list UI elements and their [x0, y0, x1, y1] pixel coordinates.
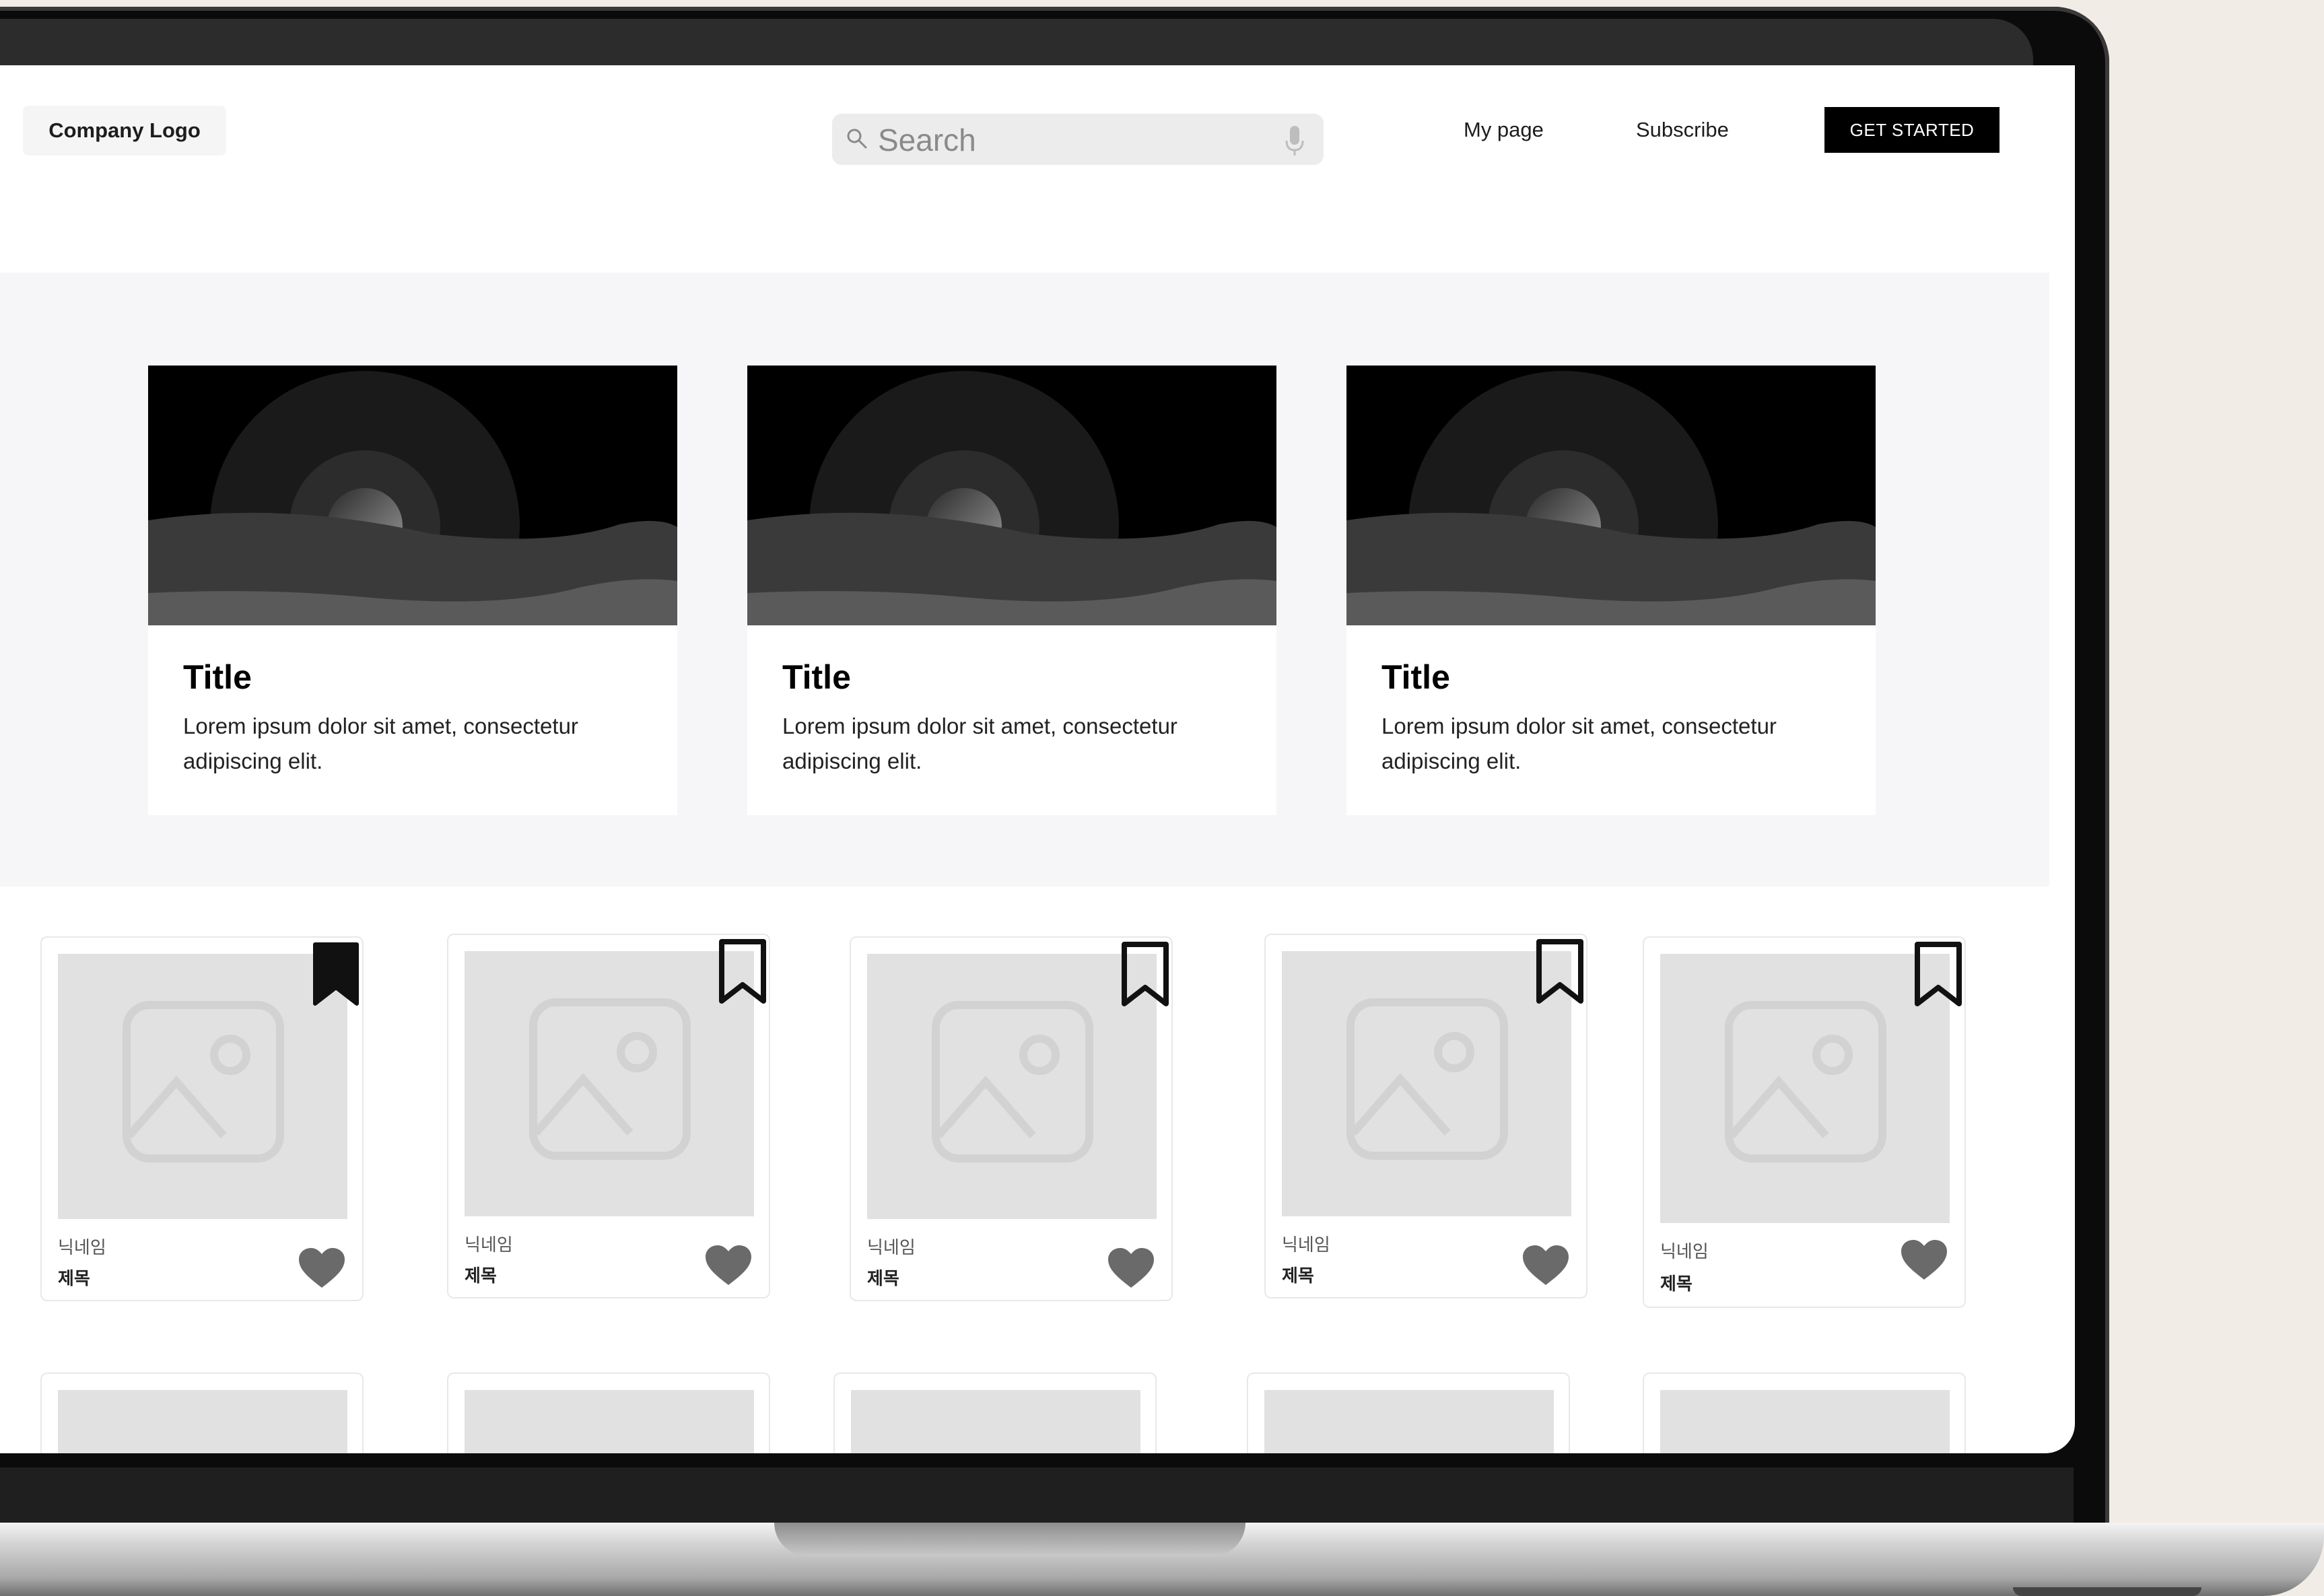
search-input[interactable]: [877, 119, 1256, 161]
search-icon: [847, 129, 867, 149]
post-title: 제목: [1282, 1265, 1314, 1286]
post-card[interactable]: 닉네임 제목: [40, 936, 364, 1301]
feature-title: Title: [183, 658, 252, 696]
feature-title: Title: [782, 658, 851, 696]
post-nickname: 닉네임: [1660, 1241, 1709, 1261]
post-thumbnail: [1282, 951, 1571, 1216]
post-title: 제목: [1660, 1274, 1693, 1294]
post-card[interactable]: 닉네임 제목: [1643, 936, 1966, 1308]
heart-icon[interactable]: [1107, 1247, 1155, 1289]
post-thumbnail: [851, 1390, 1140, 1453]
feature-title: Title: [1381, 658, 1450, 696]
feature-image: [747, 366, 1276, 625]
feature-description: Lorem ipsum dolor sit amet, consectetur …: [1381, 714, 1777, 773]
post-thumbnail: [1660, 954, 1950, 1223]
image-placeholder-icon: [529, 998, 691, 1160]
get-started-button[interactable]: GET STARTED: [1824, 107, 2000, 153]
bookmark-icon[interactable]: [307, 938, 365, 1010]
post-card[interactable]: [447, 1373, 770, 1453]
feature-card[interactable]: Title Lorem ipsum dolor sit amet, consec…: [148, 366, 677, 815]
heart-icon[interactable]: [1522, 1245, 1570, 1286]
image-placeholder-icon: [932, 1001, 1093, 1163]
post-title: 제목: [58, 1268, 90, 1288]
post-thumbnail: [465, 1390, 754, 1453]
feature-description: Lorem ipsum dolor sit amet, consectetur …: [183, 714, 578, 773]
post-card[interactable]: [40, 1373, 364, 1453]
feature-card[interactable]: Title Lorem ipsum dolor sit amet, consec…: [1346, 366, 1876, 815]
post-thumbnail: [465, 951, 754, 1216]
post-card[interactable]: [1643, 1373, 1966, 1453]
post-thumbnail: [58, 1390, 347, 1453]
bookmark-icon[interactable]: [1909, 938, 1967, 1010]
feature-image: [1346, 366, 1876, 625]
post-card[interactable]: 닉네임 제목: [447, 934, 770, 1298]
post-card[interactable]: [1247, 1373, 1570, 1453]
browser-screen: Company Logo My page Subscribe GET START…: [0, 65, 2075, 1453]
image-placeholder-icon: [1346, 998, 1508, 1160]
screen-top-bezel: [0, 19, 2033, 70]
post-card[interactable]: 닉네임 제목: [1264, 934, 1587, 1298]
post-thumbnail: [58, 954, 347, 1219]
nav-my-page[interactable]: My page: [1464, 118, 1544, 142]
post-title: 제목: [867, 1268, 899, 1288]
laptop-foot: [2013, 1587, 2201, 1596]
heart-icon[interactable]: [1900, 1239, 1948, 1281]
heart-icon[interactable]: [704, 1245, 753, 1286]
bookmark-icon[interactable]: [1116, 938, 1174, 1010]
bookmark-icon[interactable]: [714, 935, 772, 1008]
image-placeholder-icon: [1725, 1001, 1886, 1163]
feature-image: [148, 366, 677, 625]
featured-section: Title Lorem ipsum dolor sit amet, consec…: [0, 273, 2049, 887]
post-card[interactable]: [833, 1373, 1157, 1453]
microphone-icon[interactable]: [1285, 125, 1305, 157]
feature-card[interactable]: Title Lorem ipsum dolor sit amet, consec…: [747, 366, 1276, 815]
nav-subscribe[interactable]: Subscribe: [1636, 118, 1729, 142]
post-thumbnail: [1264, 1390, 1554, 1453]
post-thumbnail: [867, 954, 1157, 1219]
company-logo[interactable]: Company Logo: [23, 106, 226, 155]
post-nickname: 닉네임: [58, 1237, 106, 1257]
search-bar[interactable]: [832, 114, 1324, 165]
post-thumbnail: [1660, 1390, 1950, 1453]
post-nickname: 닉네임: [465, 1235, 513, 1255]
image-placeholder-icon: [123, 1001, 284, 1163]
post-nickname: 닉네임: [867, 1237, 916, 1257]
screen-bottom-bezel: [0, 1467, 2074, 1528]
post-card[interactable]: 닉네임 제목: [850, 936, 1173, 1301]
feature-description: Lorem ipsum dolor sit amet, consectetur …: [782, 714, 1177, 773]
bookmark-icon[interactable]: [1531, 935, 1589, 1008]
post-nickname: 닉네임: [1282, 1235, 1330, 1255]
heart-icon[interactable]: [298, 1247, 346, 1289]
post-title: 제목: [465, 1265, 497, 1286]
laptop-notch: [774, 1523, 1245, 1556]
